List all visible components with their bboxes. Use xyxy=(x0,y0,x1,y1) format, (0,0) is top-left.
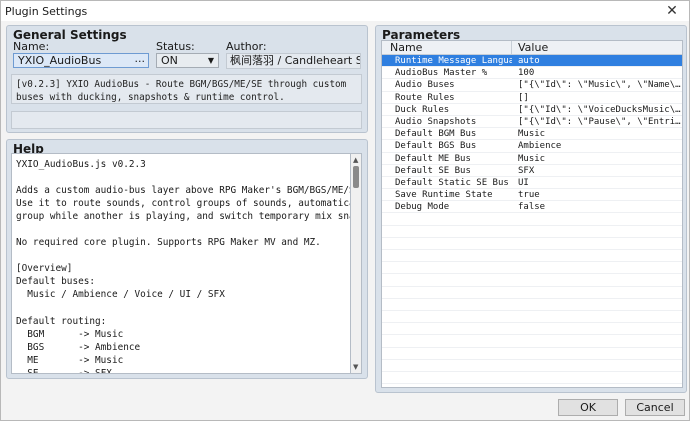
parameter-row[interactable]: Debug Mode false xyxy=(382,201,682,214)
empty-row xyxy=(382,323,682,336)
empty-row xyxy=(382,262,682,275)
status-value: ON xyxy=(161,54,178,67)
empty-row xyxy=(382,274,682,287)
help-line xyxy=(16,249,346,262)
help-scrollbar[interactable]: ▲ ▼ xyxy=(351,153,362,374)
parameters-table: Name Value Runtime Message LanguageautoA… xyxy=(381,40,683,388)
empty-row xyxy=(382,335,682,348)
parameter-row[interactable]: Route Rules [] xyxy=(382,92,682,104)
author-label: Author: xyxy=(226,40,267,53)
parameter-value: ["{\"Id\": \"Music\", \"Name\": ... xyxy=(518,80,682,91)
ok-button[interactable]: OK xyxy=(558,399,618,416)
help-line xyxy=(16,302,346,315)
cancel-button[interactable]: Cancel xyxy=(625,399,685,416)
name-label: Name: xyxy=(13,40,50,53)
help-line: group while another is playing, and swit… xyxy=(16,211,350,223)
parameter-row[interactable]: AudioBus Master % 100 xyxy=(382,67,682,80)
parameter-name: Duck Rules xyxy=(395,104,450,115)
parameter-row[interactable]: Audio Buses ["{\"Id\": \"Music\", \"Name\… xyxy=(382,79,682,92)
scroll-down-icon[interactable]: ▼ xyxy=(353,363,358,371)
help-line: Music / Ambience / Voice / UI / SFX xyxy=(16,289,225,301)
name-value: YXIO_AudioBus xyxy=(18,54,102,67)
empty-field xyxy=(11,111,362,129)
parameter-row[interactable]: Default ME Bus Music xyxy=(382,153,682,165)
help-line: Default buses: xyxy=(16,276,96,288)
parameter-row[interactable]: Audio Snapshots ["{\"Id\": \"Pause\", \"E… xyxy=(382,116,682,129)
parameter-value: Music xyxy=(518,153,546,164)
parameter-value: UI xyxy=(518,177,529,188)
empty-row xyxy=(382,238,682,250)
help-line: ME -> Music xyxy=(16,354,124,366)
parameter-row[interactable]: Save Runtime State true xyxy=(382,189,682,202)
scroll-thumb[interactable] xyxy=(353,166,359,188)
empty-row xyxy=(382,287,682,299)
author-field[interactable]: 枫间落羽 / Candleheart Studio xyxy=(226,53,361,69)
help-line: [Overview] xyxy=(16,263,73,275)
empty-row xyxy=(382,213,682,226)
name-field[interactable]: YXIO_AudioBus ... xyxy=(13,52,149,68)
description-box: [v0.2.3] YXIO AudioBus - Route BGM/BGS/M… xyxy=(11,74,362,104)
column-header-name[interactable]: Name xyxy=(382,41,512,54)
parameter-name: Debug Mode xyxy=(395,202,450,213)
parameter-value: ["{\"Id\": \"VoiceDucksMusic\", ... xyxy=(518,104,682,115)
title-bar: Plugin Settings ✕ xyxy=(1,1,689,21)
parameter-name: Default ME Bus xyxy=(395,153,471,164)
parameter-name: Audio Snapshots xyxy=(395,116,477,127)
help-line xyxy=(16,171,346,184)
empty-row xyxy=(382,299,682,311)
chevron-down-icon: ▼ xyxy=(207,56,214,65)
parameter-name: Default Static SE Bus xyxy=(395,177,509,188)
parameter-row[interactable]: Default BGM Bus Music xyxy=(382,128,682,141)
parameter-value: auto xyxy=(518,56,540,66)
help-line: Use it to route sounds, control groups o… xyxy=(16,198,350,210)
parameter-value: Music xyxy=(518,129,546,140)
help-line: No required core plugin. Supports RPG Ma… xyxy=(16,237,321,249)
parameter-row[interactable]: Runtime Message Language auto xyxy=(382,55,682,68)
help-line: Adds a custom audio-bus layer above RPG … xyxy=(16,185,350,197)
parameter-value: true xyxy=(518,190,540,201)
status-select[interactable]: ON ▼ xyxy=(156,53,219,68)
parameter-row[interactable]: Duck Rules ["{\"Id\": \"VoiceDucksMusic\"… xyxy=(382,104,682,116)
parameter-value: [] xyxy=(518,92,529,103)
close-icon[interactable]: ✕ xyxy=(659,1,685,21)
name-browse-button[interactable]: ... xyxy=(135,52,146,65)
parameter-name: Save Runtime State xyxy=(395,190,493,201)
parameter-value: 100 xyxy=(518,68,535,79)
column-header-value[interactable]: Value xyxy=(512,41,682,54)
status-label: Status: xyxy=(156,40,195,53)
help-line: SE -> SFX xyxy=(16,367,112,374)
parameter-name: Default BGM Bus xyxy=(395,129,477,140)
empty-row xyxy=(382,311,682,324)
parameter-name: Default SE Bus xyxy=(395,165,471,176)
parameter-value: SFX xyxy=(518,165,535,176)
parameter-name: Route Rules xyxy=(395,92,455,103)
empty-row xyxy=(382,226,682,238)
empty-row xyxy=(382,372,682,385)
parameter-value: false xyxy=(518,202,546,213)
plugin-settings-window: Plugin Settings ✕ General Settings Name:… xyxy=(0,0,690,421)
help-line: YXIO_AudioBus.js v0.2.3 xyxy=(16,159,146,170)
help-text-area[interactable]: YXIO_AudioBus.js v0.2.3 Adds a custom aud… xyxy=(11,153,351,374)
table-header: Name Value xyxy=(382,41,682,55)
window-title: Plugin Settings xyxy=(5,4,88,18)
parameter-rows: Runtime Message LanguageautoAudioBus Mas… xyxy=(382,55,682,385)
empty-row xyxy=(382,250,682,263)
empty-row xyxy=(382,348,682,360)
empty-row xyxy=(382,360,682,372)
help-line: BGM -> Music xyxy=(16,328,124,340)
parameter-row[interactable]: Default BGS Bus Ambience xyxy=(382,140,682,153)
parameter-name: Runtime Message Language xyxy=(395,56,512,66)
parameter-name: AudioBus Master % xyxy=(395,68,488,79)
parameter-row[interactable]: Default Static SE Bus UI xyxy=(382,177,682,190)
parameter-value: Ambience xyxy=(518,141,562,152)
parameter-row[interactable]: Default SE Bus SFX xyxy=(382,165,682,177)
parameter-value: ["{\"Id\": \"Pause\", \"Entries\... xyxy=(518,116,682,127)
parameter-name: Default BGS Bus xyxy=(395,141,477,152)
help-line: BGS -> Ambience xyxy=(16,341,141,353)
scroll-up-icon[interactable]: ▲ xyxy=(353,156,358,164)
help-line: Default routing: xyxy=(16,315,107,327)
help-line xyxy=(16,223,346,236)
parameter-name: Audio Buses xyxy=(395,80,455,91)
